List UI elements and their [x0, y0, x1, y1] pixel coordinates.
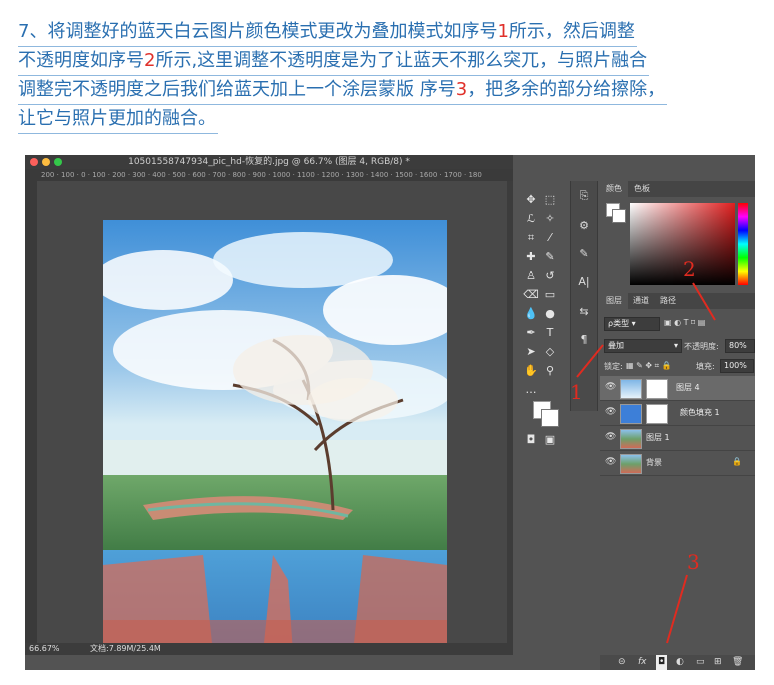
- caption-line-4: 让它与照片更加的融合。: [18, 105, 218, 134]
- caption-line-1: 7、将调整好的蓝天白云图片颜色模式更改为叠加模式如序号1所示，然后调整: [18, 18, 637, 47]
- instruction-caption: 7、将调整好的蓝天白云图片颜色模式更改为叠加模式如序号1所示，然后调整 不透明度…: [18, 18, 768, 134]
- caption-line-3: 调整完不透明度之后我们给蓝天加上一个涂层蒙版 序号3，把多余的部分给擦除，: [18, 76, 668, 105]
- photoshop-window: 10501558747934_pic_hd-恢复的.jpg @ 66.7% (图…: [25, 155, 755, 670]
- caption-line-2: 不透明度如序号2所示,这里调整不透明度是为了让蓝天不那么突兀，与照片融合: [18, 47, 650, 76]
- annotation-arrows: [576, 282, 716, 644]
